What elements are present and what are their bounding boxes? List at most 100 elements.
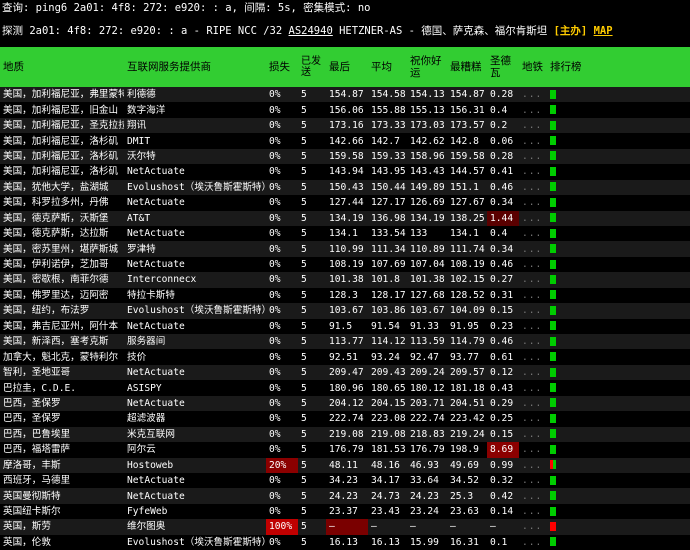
cell-loss: 0% xyxy=(266,133,298,149)
cell-isp: 罗津特 xyxy=(124,241,266,257)
rank-bar xyxy=(550,259,556,269)
cell-last: 209.47 xyxy=(326,364,368,381)
cell-avg: 181.53 xyxy=(368,442,407,458)
col-sent[interactable]: 已发送 xyxy=(298,47,326,87)
cell-last: 150.43 xyxy=(326,179,368,196)
cell-last: 16.13 xyxy=(326,534,368,550)
cell-location: 美国，密苏里州，堪萨斯城 xyxy=(0,241,124,257)
cell-location: 美国，弗吉尼亚州，阿什本 xyxy=(0,318,124,334)
cell-sent: 5 xyxy=(298,534,326,550)
cell-loss: 0% xyxy=(266,349,298,365)
col-rank[interactable]: 排行榜 xyxy=(547,47,690,87)
cell-stdev: 0.25 xyxy=(487,411,519,427)
cell-best: 176.79 xyxy=(407,442,447,458)
cell-rank xyxy=(547,272,690,288)
cell-location: 西班牙，马德里 xyxy=(0,472,124,489)
cell-rank xyxy=(547,210,690,226)
cell-avg: 154.58 xyxy=(368,87,407,103)
cell-location: 巴西，圣保罗 xyxy=(0,411,124,427)
cell-metro: ... xyxy=(519,241,547,257)
cell-isp: NetActuate xyxy=(124,395,266,412)
rank-bar xyxy=(550,105,556,115)
cell-stdev: 0.46 xyxy=(487,256,519,273)
cell-loss: 0% xyxy=(266,303,298,319)
rank-bar xyxy=(550,352,556,362)
cell-best: 143.43 xyxy=(407,164,447,180)
col-best[interactable]: 祝你好运 xyxy=(407,47,447,87)
cell-loss: 0% xyxy=(266,87,298,103)
cell-metro: ... xyxy=(519,164,547,180)
cell-isp: 维尔图奥 xyxy=(124,519,266,535)
col-stdev[interactable]: 圣德瓦 xyxy=(487,47,519,87)
cell-loss: 0% xyxy=(266,210,298,226)
cell-worst: 173.57 xyxy=(447,117,487,134)
cell-sent: 5 xyxy=(298,87,326,103)
cell-metro: ... xyxy=(519,364,547,381)
cell-worst: 127.67 xyxy=(447,195,487,211)
cell-avg: 16.13 xyxy=(368,534,407,550)
cell-isp: Evolushost（埃沃鲁斯霍斯特） xyxy=(124,534,266,550)
col-isp[interactable]: 互联网服务提供商 xyxy=(124,47,266,87)
cell-isp: NetActuate xyxy=(124,472,266,489)
cell-sent: 5 xyxy=(298,179,326,196)
table-row: 美国，加利福尼亚，洛杉矶 NetActuate 0% 5 143.94 143.95 143… xyxy=(0,164,690,180)
map-link[interactable]: MAP xyxy=(594,25,613,37)
cell-worst: 144.57 xyxy=(447,164,487,180)
cell-best: 203.71 xyxy=(407,395,447,412)
cell-loss: 0% xyxy=(266,534,298,550)
cell-loss: 0% xyxy=(266,411,298,427)
cell-sent: 5 xyxy=(298,364,326,381)
cell-isp: NetActuate xyxy=(124,364,266,381)
probe-prefix: 探测 2a01: 4f8: 272: e920: : a - RIPE NCC … xyxy=(2,25,289,37)
rank-bar xyxy=(550,398,556,408)
cell-best: 107.04 xyxy=(407,256,447,273)
col-metro[interactable]: 地铁 xyxy=(519,47,547,87)
cell-worst: 142.8 xyxy=(447,133,487,149)
cell-stdev: 0.46 xyxy=(487,179,519,196)
cell-isp: NetActuate xyxy=(124,195,266,211)
cell-loss: 0% xyxy=(266,364,298,381)
rank-bar xyxy=(550,136,556,146)
cell-location: 巴西，圣保罗 xyxy=(0,395,124,412)
cell-last: 142.66 xyxy=(326,133,368,149)
col-location[interactable]: 地质 xyxy=(0,47,124,87)
col-loss[interactable]: 损失 xyxy=(266,47,298,87)
table-row: 美国，密歇根，南菲尔德 Interconnecx 0% 5 101.38 101.8 101… xyxy=(0,272,690,288)
rank-bar xyxy=(550,413,556,423)
cell-location: 美国，德克萨斯，达拉斯 xyxy=(0,225,124,242)
cell-worst: 138.25 xyxy=(447,210,487,226)
cell-location: 美国，加利福尼亚，洛杉矶 xyxy=(0,164,124,180)
cell-location: 美国，密歇根，南菲尔德 xyxy=(0,272,124,288)
cell-loss: 0% xyxy=(266,241,298,257)
cell-last: 134.19 xyxy=(326,210,368,226)
cell-rank xyxy=(547,426,690,443)
cell-best: 103.67 xyxy=(407,303,447,319)
cell-stdev: 0.4 xyxy=(487,102,519,118)
cell-stdev: 0.31 xyxy=(487,287,519,304)
cell-metro: ... xyxy=(519,395,547,412)
cell-isp: 米克互联网 xyxy=(124,426,266,443)
cell-sent: 5 xyxy=(298,241,326,257)
cell-rank xyxy=(547,334,690,350)
col-worst[interactable]: 最糟糕 xyxy=(447,47,487,87)
table-row: 美国，佛罗里达，迈阿密 特拉卡斯特 0% 5 128.3 128.17 127.68 128.… xyxy=(0,287,690,304)
cell-metro: ... xyxy=(519,272,547,288)
cell-isp: 翔讯 xyxy=(124,117,266,134)
asn-link[interactable]: AS24940 xyxy=(289,25,333,37)
cell-worst: 102.15 xyxy=(447,272,487,288)
cell-rank xyxy=(547,102,690,118)
cell-location: 英国，伦敦 xyxy=(0,534,124,550)
cell-rank xyxy=(547,380,690,396)
cell-worst: 223.42 xyxy=(447,411,487,427)
cell-location: 巴西，福塔雷萨 xyxy=(0,442,124,458)
col-avg[interactable]: 平均 xyxy=(368,47,407,87)
cell-worst: 198.9 xyxy=(447,442,487,458)
cell-loss: 0% xyxy=(266,148,298,165)
cell-loss: 0% xyxy=(266,380,298,396)
cell-best: 133 xyxy=(407,225,447,242)
cell-isp: Evolushost（埃沃鲁斯霍斯特） xyxy=(124,303,266,319)
cell-metro: ... xyxy=(519,133,547,149)
cell-best: 92.47 xyxy=(407,349,447,365)
rank-bar xyxy=(550,213,556,223)
col-last[interactable]: 最后 xyxy=(326,47,368,87)
